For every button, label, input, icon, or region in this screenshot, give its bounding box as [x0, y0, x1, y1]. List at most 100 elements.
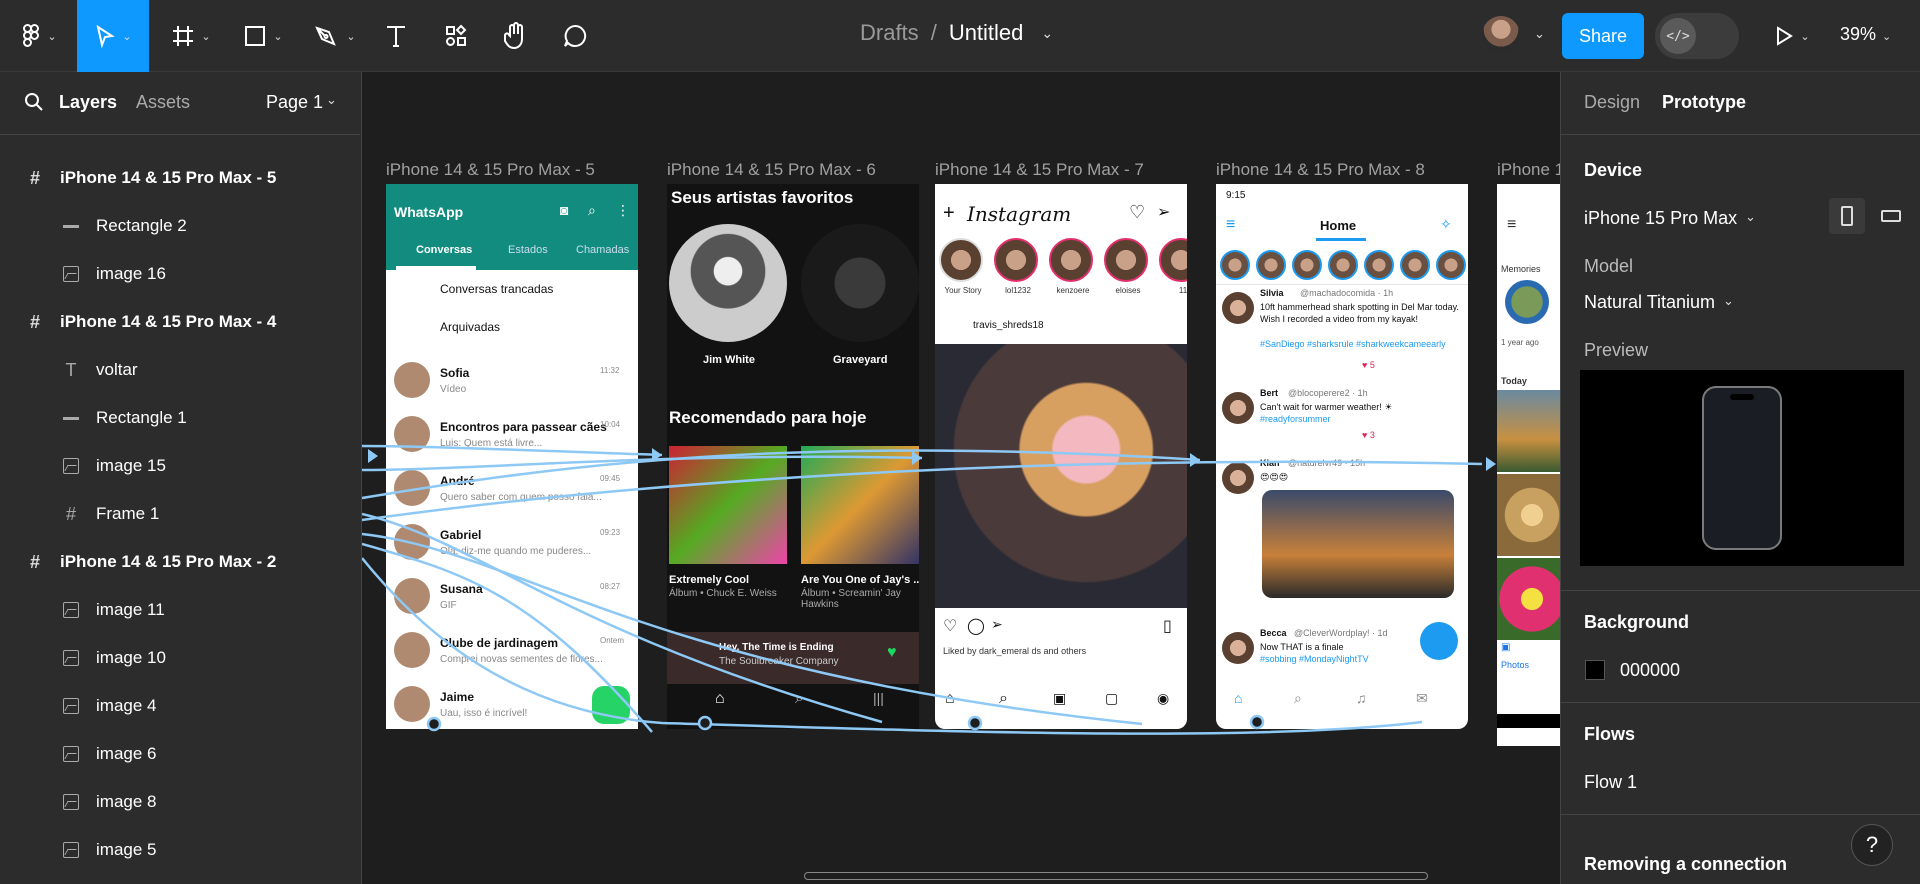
- tab-assets[interactable]: Assets: [136, 92, 190, 113]
- portrait-orientation-button[interactable]: [1829, 198, 1865, 234]
- prototype-connection[interactable]: [362, 512, 883, 724]
- removing-connection-heading: Removing a connection: [1584, 854, 1788, 874]
- connection-handle[interactable]: [1249, 714, 1265, 730]
- layer-row[interactable]: image 10: [0, 634, 361, 682]
- play-icon: [1777, 26, 1794, 46]
- connection-handle[interactable]: [967, 715, 983, 731]
- breadcrumb-drafts[interactable]: Drafts: [860, 20, 919, 46]
- layers-panel: Layers Assets Page 1 ⌄ # iPhone 14 & 15 P…: [0, 72, 362, 884]
- connection-handle[interactable]: [426, 716, 442, 732]
- code-icon: </>: [1660, 18, 1696, 54]
- hand-tool-button[interactable]: [494, 0, 536, 72]
- page-selector[interactable]: Page 1: [266, 92, 323, 113]
- divider: [0, 134, 360, 135]
- layer-row[interactable]: Tvoltar: [0, 346, 361, 394]
- move-tool-button[interactable]: ⌄: [77, 0, 149, 72]
- prototype-connection[interactable]: [362, 455, 923, 472]
- figma-logo-icon: [23, 24, 40, 47]
- layer-row[interactable]: image 5: [0, 826, 361, 874]
- prototype-connection[interactable]: [362, 444, 663, 457]
- device-preview: [1580, 370, 1904, 566]
- layer-name: image 8: [96, 792, 157, 811]
- prototype-connection[interactable]: [362, 557, 1423, 735]
- canvas[interactable]: iPhone 14 & 15 Pro Max - 5 iPhone 14 & 1…: [362, 72, 1560, 884]
- arrowhead-icon: [368, 449, 378, 463]
- layer-name: Rectangle 2: [96, 216, 187, 235]
- layer-row[interactable]: # Frame 1: [0, 490, 361, 538]
- layer-name: iPhone 14 & 15 Pro Max - 4: [60, 312, 277, 331]
- divider: [1561, 814, 1920, 815]
- layer-row[interactable]: image 4: [0, 682, 361, 730]
- model-select[interactable]: Natural Titanium: [1584, 292, 1715, 313]
- arrowhead-icon: [912, 451, 922, 465]
- layer-row[interactable]: image 8: [0, 778, 361, 826]
- divider: [1561, 134, 1920, 135]
- layer-row[interactable]: image 15: [0, 442, 361, 490]
- layer-name: iPhone 14 & 15 Pro Max - 5: [60, 168, 277, 187]
- chevron-down-icon[interactable]: ⌄: [1534, 26, 1545, 42]
- background-hex-input[interactable]: 000000: [1620, 660, 1680, 681]
- frame-icon: #: [29, 167, 40, 188]
- layer-row[interactable]: # iPhone 14 & 15 Pro Max - 4: [0, 298, 361, 346]
- resources-tool-button[interactable]: [436, 0, 476, 72]
- tab-prototype[interactable]: Prototype: [1662, 92, 1746, 113]
- layer-row[interactable]: # iPhone 14 & 15 Pro Max - 5: [0, 154, 361, 202]
- layer-name: Frame 1: [96, 504, 160, 523]
- hand-icon: [503, 22, 523, 50]
- file-name[interactable]: Untitled: [949, 20, 1024, 46]
- layer-name: image 5: [96, 840, 157, 859]
- main-menu-button[interactable]: ⌄: [14, 0, 64, 72]
- cursor-icon: [96, 24, 116, 48]
- chevron-down-icon[interactable]: ⌄: [1745, 209, 1756, 225]
- search-icon[interactable]: [24, 92, 44, 112]
- zoom-level[interactable]: 39% ⌄: [1840, 24, 1891, 45]
- breadcrumb-separator: /: [930, 20, 937, 45]
- image-icon: [60, 263, 82, 285]
- arrowhead-icon: [1190, 453, 1200, 467]
- chevron-down-icon[interactable]: ⌄: [326, 92, 337, 108]
- image-icon: [60, 839, 82, 861]
- image-icon: [60, 599, 82, 621]
- layer-row[interactable]: Rectangle 2: [0, 202, 361, 250]
- chevron-down-icon[interactable]: ⌄: [1723, 293, 1734, 309]
- layer-row[interactable]: Rectangle 1: [0, 394, 361, 442]
- share-button[interactable]: Share: [1562, 13, 1644, 59]
- dynamic-island: [1730, 394, 1754, 400]
- shape-tool-button[interactable]: ⌄: [232, 0, 294, 72]
- layer-name: image 10: [96, 648, 166, 667]
- layer-row[interactable]: image 6: [0, 730, 361, 778]
- pen-tool-button[interactable]: ⌄: [304, 0, 366, 72]
- frame-icon: #: [29, 311, 40, 332]
- text-tool-button[interactable]: [376, 0, 416, 72]
- connection-handle[interactable]: [697, 715, 713, 731]
- comment-tool-button[interactable]: [554, 0, 596, 72]
- frame-tool-button[interactable]: ⌄: [160, 0, 222, 72]
- dev-mode-toggle[interactable]: </>: [1655, 13, 1739, 59]
- background-swatch[interactable]: [1585, 660, 1605, 680]
- present-button[interactable]: ⌄: [1764, 0, 1820, 72]
- arrowhead-icon: [1486, 457, 1496, 471]
- image-icon: [60, 791, 82, 813]
- chevron-down-icon: ⌄: [122, 30, 132, 43]
- device-select[interactable]: iPhone 15 Pro Max: [1584, 208, 1737, 229]
- comment-icon: [564, 24, 587, 47]
- layer-row[interactable]: image 16: [0, 250, 361, 298]
- flow-item[interactable]: Flow 1: [1584, 772, 1637, 793]
- tab-design[interactable]: Design: [1584, 92, 1640, 113]
- prototype-connection[interactable]: [362, 460, 1483, 522]
- layer-row[interactable]: # iPhone 14 & 15 Pro Max - 2: [0, 538, 361, 586]
- portrait-icon: [1841, 206, 1853, 226]
- prototype-connection[interactable]: [362, 532, 1143, 726]
- chevron-down-icon[interactable]: ⌄: [1041, 25, 1053, 42]
- help-button[interactable]: ?: [1851, 824, 1893, 866]
- text-icon: T: [65, 359, 77, 380]
- horizontal-scrollbar[interactable]: [804, 872, 1428, 880]
- layer-row[interactable]: image 11: [0, 586, 361, 634]
- layer-row[interactable]: image 9: [0, 874, 361, 884]
- components-icon: [446, 24, 467, 46]
- landscape-orientation-button[interactable]: [1873, 198, 1909, 234]
- chevron-down-icon: ⌄: [1800, 30, 1810, 43]
- tab-layers[interactable]: Layers: [59, 92, 117, 113]
- avatar[interactable]: [1482, 16, 1520, 54]
- landscape-icon: [1881, 210, 1901, 222]
